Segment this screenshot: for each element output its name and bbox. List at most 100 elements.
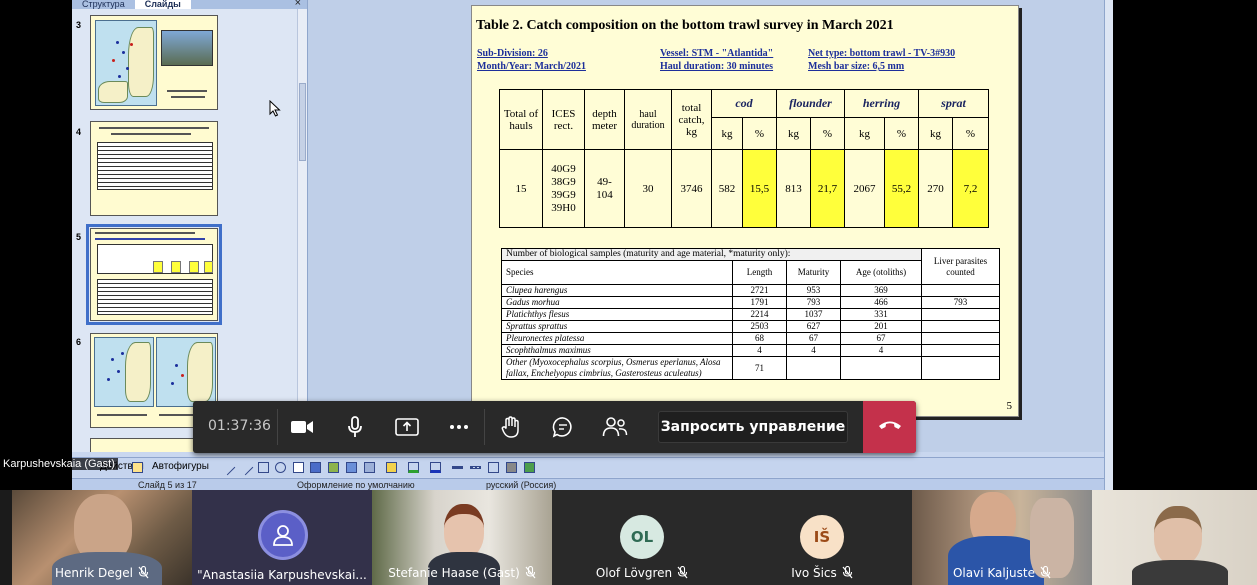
bio-species-cell: Sprattus sprattus	[501, 320, 733, 333]
slide-number: 4	[76, 127, 82, 137]
presenter-label: Karpushevskaia (Gast)	[0, 458, 118, 470]
picture-icon[interactable]	[364, 462, 375, 473]
slide-title: Table 2. Catch composition on the bottom…	[476, 18, 894, 33]
liver-parasites-header: Liver parasites counted	[921, 248, 1000, 285]
slides-scrollbar[interactable]	[297, 9, 307, 452]
bio-liver-cell	[921, 332, 1000, 345]
rectangle-tool-icon[interactable]	[258, 462, 269, 473]
close-icon[interactable]: ×	[295, 0, 301, 9]
tab-slides[interactable]: Слайды	[134, 0, 191, 9]
arrow-style-icon[interactable]	[488, 462, 499, 473]
col-maturity: Maturity	[786, 260, 841, 285]
chat-icon[interactable]	[550, 414, 576, 440]
bio-liver-cell	[921, 284, 1000, 297]
slide-counter: Слайд 5 из 17	[138, 480, 197, 490]
bio-length-cell: 68	[732, 332, 787, 345]
bio-liver-cell	[921, 320, 1000, 333]
mini-table	[97, 279, 213, 315]
header-ices: ICES rect.	[542, 89, 585, 150]
participant-tile-5[interactable]: IŠ Ivo Šics	[732, 490, 912, 585]
mic-off-icon	[677, 565, 688, 582]
hang-up-button[interactable]	[863, 401, 916, 453]
wordart-icon[interactable]	[310, 462, 321, 473]
diagram-icon[interactable]	[328, 462, 339, 473]
select-arrow-icon[interactable]	[132, 462, 143, 473]
bio-maturity-cell: 793	[786, 296, 841, 309]
bio-liver-cell	[921, 356, 1000, 380]
participants-icon[interactable]	[602, 414, 628, 440]
bio-table-row: Pleuronectes platessa 68 67 67	[501, 332, 1000, 345]
arrow-tool-icon[interactable]	[237, 459, 254, 476]
font-color-icon[interactable]	[430, 462, 441, 473]
species-herring: herring	[844, 89, 919, 118]
value-flounder-pct: 21,7	[810, 149, 845, 228]
line-style-icon[interactable]	[452, 466, 463, 469]
map-image	[94, 337, 154, 407]
biological-samples-table: Number of biological samples (maturity a…	[501, 248, 1000, 380]
participant-tile-1[interactable]: Henrik Degel	[12, 490, 192, 585]
bio-age-cell: 67	[840, 332, 922, 345]
participant-tile-3[interactable]: Stefanie Haase (Gast)	[372, 490, 552, 585]
microphone-icon[interactable]	[342, 414, 368, 440]
header-haul-duration: haul duration	[624, 89, 672, 150]
unit-kg: kg	[844, 117, 885, 150]
participant-tile-4[interactable]: OL Olof Lövgren	[552, 490, 732, 585]
vessel-label: Vessel: STM - "Atlantida"	[660, 48, 774, 59]
slide-page-number: 5	[1006, 400, 1013, 412]
participant-face	[444, 504, 484, 558]
participant-tile-6[interactable]: Olavi Kaljuste	[912, 490, 1092, 585]
participant-initials: OL	[630, 528, 654, 546]
species-cod: cod	[711, 89, 777, 118]
share-screen-icon[interactable]	[394, 414, 420, 440]
bio-species-cell: Gadus morhua	[501, 296, 733, 309]
3d-style-icon[interactable]	[524, 462, 535, 473]
participant-name: Olof Lövgren	[595, 566, 673, 580]
bio-length-cell: 2214	[732, 308, 787, 321]
participant-initials: IŠ	[813, 528, 831, 546]
value-depth: 49- 104	[584, 149, 625, 228]
bio-table-row: Scophthalmus maximus 4 4 4	[501, 344, 1000, 357]
bio-table-row: Sprattus sprattus 2503 627 201	[501, 320, 1000, 333]
value-herring-kg: 2067	[844, 149, 885, 228]
shadow-style-icon[interactable]	[506, 462, 517, 473]
bio-table-row: Other (Myoxocephalus scorpius, Osmerus e…	[501, 356, 1000, 380]
slides-panel: Структура Слайды × 3 4 5 6	[72, 0, 308, 452]
unit-kg: kg	[711, 117, 743, 150]
participant-tile-2[interactable]: "Anastasiia Karpushevskai...	[192, 490, 372, 585]
mic-off-icon	[1040, 565, 1051, 582]
line-color-icon[interactable]	[408, 462, 419, 473]
hang-up-icon	[878, 418, 902, 436]
oval-tool-icon[interactable]	[275, 462, 286, 473]
value-cod-pct: 15,5	[742, 149, 777, 228]
bio-table-caption: Number of biological samples (maturity a…	[501, 248, 922, 261]
value-total-hauls: 15	[499, 149, 543, 228]
bio-length-cell: 2503	[732, 320, 787, 333]
request-control-button[interactable]: Запросить управление	[658, 411, 848, 443]
raise-hand-icon[interactable]	[498, 414, 524, 440]
right-scrollbar[interactable]	[1104, 0, 1113, 490]
bio-maturity-cell: 1037	[786, 308, 841, 321]
more-icon[interactable]	[446, 414, 472, 440]
design-name: Оформление по умолчанию	[297, 480, 415, 490]
bio-species-cell: Pleuronectes platessa	[501, 332, 733, 345]
line-tool-icon[interactable]	[219, 459, 236, 476]
bio-liver-cell	[921, 308, 1000, 321]
autoshapes-menu[interactable]: Автофигуры	[152, 461, 209, 472]
dash-style-icon[interactable]	[470, 466, 481, 469]
mic-off-icon	[138, 565, 149, 582]
participant-tile-7[interactable]	[1092, 490, 1257, 585]
value-cod-kg: 582	[711, 149, 743, 228]
scrollbar-thumb[interactable]	[299, 83, 306, 161]
value-total-catch: 3746	[671, 149, 712, 228]
bio-maturity-cell	[786, 356, 841, 380]
participant-avatar	[258, 510, 308, 560]
bio-table-row: Clupea harengus 2721 953 369	[501, 284, 1000, 297]
tab-outline[interactable]: Структура	[72, 0, 135, 9]
bio-age-cell	[840, 356, 922, 380]
slide-number: 6	[76, 337, 82, 347]
fill-color-icon[interactable]	[386, 462, 397, 473]
clipart-icon[interactable]	[346, 462, 357, 473]
textbox-tool-icon[interactable]	[293, 462, 304, 473]
camera-icon[interactable]	[289, 414, 315, 440]
participant-shirt	[1132, 560, 1228, 585]
